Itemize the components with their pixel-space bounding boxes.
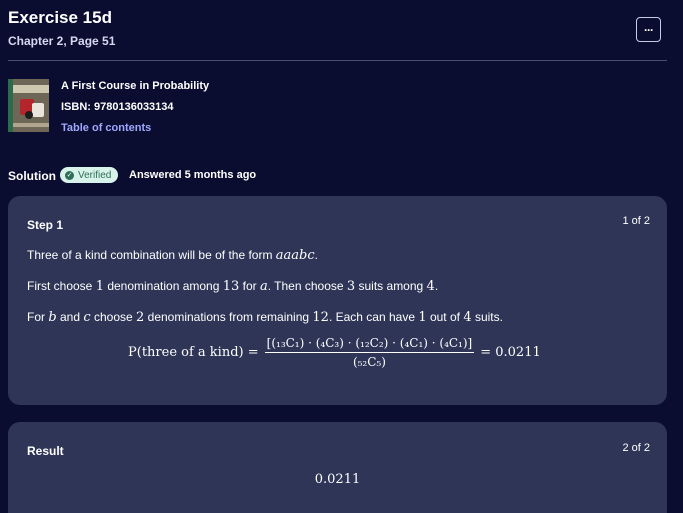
verified-badge: ✓ Verified	[60, 167, 119, 183]
check-circle-icon: ✓	[65, 170, 74, 180]
formula-fraction: [(₁₃C₁) · (₄C₃) · (₁₂C₂) · (₄C₁) · (₄C₁)…	[264, 336, 475, 369]
step-line-3-m5: 1	[418, 310, 427, 325]
step-line-3-m4: 12	[312, 310, 329, 325]
step-line-3-m2: c	[83, 310, 91, 325]
step-line-2-m4: 3	[346, 279, 356, 294]
page: Exercise 15d Chapter 2, Page 51 ··· A Fi…	[0, 0, 683, 513]
step-card: Step 1 1 of 2 Three of a kind combinatio…	[8, 196, 667, 405]
step-line-2: First choose 1 denomination among 13 for…	[27, 279, 438, 294]
step-line-3-t2: and	[56, 310, 84, 324]
result-heading: Result	[27, 444, 64, 458]
step-line-3: For b and c choose 2 denominations from …	[27, 310, 503, 325]
solution-label: Solution	[8, 169, 56, 183]
book-cover-footer	[13, 123, 49, 127]
page-title: Exercise 15d	[8, 8, 112, 27]
verified-badge-label: Verified	[78, 169, 112, 181]
step-line-2-t6: .	[434, 279, 439, 293]
step-heading: Step 1	[27, 218, 64, 232]
step-line-3-m1: b	[48, 310, 57, 325]
step-line-2-m2: 13	[222, 279, 240, 294]
book-cover-band	[13, 85, 49, 93]
formula-lhs: P(three of a kind) =	[128, 345, 259, 360]
step-line-3-t3: choose	[90, 310, 137, 324]
book-cover-art-dark	[25, 111, 33, 119]
more-options-button[interactable]: ···	[636, 17, 661, 42]
answered-timestamp: Answered 5 months ago	[129, 169, 257, 181]
step-line-2-m3: a	[259, 279, 268, 294]
step-line-2-m1: 1	[95, 279, 104, 294]
formula-rhs: = 0.0211	[480, 345, 541, 360]
step-line-2-t4: . Then choose	[267, 279, 347, 293]
book-cover-image[interactable]	[8, 79, 49, 132]
book-title: A First Course in Probability	[61, 80, 210, 92]
step-line-1-text: Three of a kind combination will be of t…	[27, 248, 276, 262]
step-line-3-t5: . Each can have	[328, 310, 419, 324]
step-line-3-m6: 4	[463, 310, 472, 325]
step-line-2-t5: suits among	[355, 279, 427, 293]
step-line-2-t1: First choose	[27, 279, 96, 293]
step-counter: 1 of 2	[622, 215, 650, 227]
step-line-1-math: aaabc	[275, 248, 315, 263]
result-counter: 2 of 2	[622, 442, 650, 454]
step-line-3-t7: suits.	[471, 310, 503, 324]
step-line-3-t1: For	[27, 310, 49, 324]
probability-formula: P(three of a kind) = [(₁₃C₁) · (₄C₃) · (…	[128, 336, 541, 369]
book-isbn: ISBN: 9780136033134	[61, 101, 174, 113]
header-divider	[8, 60, 667, 61]
table-of-contents-link[interactable]: Table of contents	[61, 122, 151, 134]
step-line-1: Three of a kind combination will be of t…	[27, 248, 318, 263]
page-subtitle: Chapter 2, Page 51	[8, 34, 116, 48]
result-value: 0.0211	[314, 472, 361, 487]
formula-numerator: [(₁₃C₁) · (₄C₃) · (₁₂C₂) · (₄C₁) · (₄C₁)…	[264, 336, 475, 353]
result-card: Result 2 of 2 0.0211	[8, 422, 667, 513]
step-line-2-t2: denomination among	[103, 279, 223, 293]
step-line-3-t4: denominations from remaining	[144, 310, 313, 324]
book-cover-art-white	[32, 103, 44, 117]
step-line-2-t3: for	[239, 279, 260, 293]
formula-denominator: (₅₂C₅)	[352, 355, 386, 369]
step-line-1-end: .	[314, 248, 318, 262]
step-line-3-t6: out of	[426, 310, 464, 324]
step-line-2-m5: 4	[426, 279, 435, 294]
